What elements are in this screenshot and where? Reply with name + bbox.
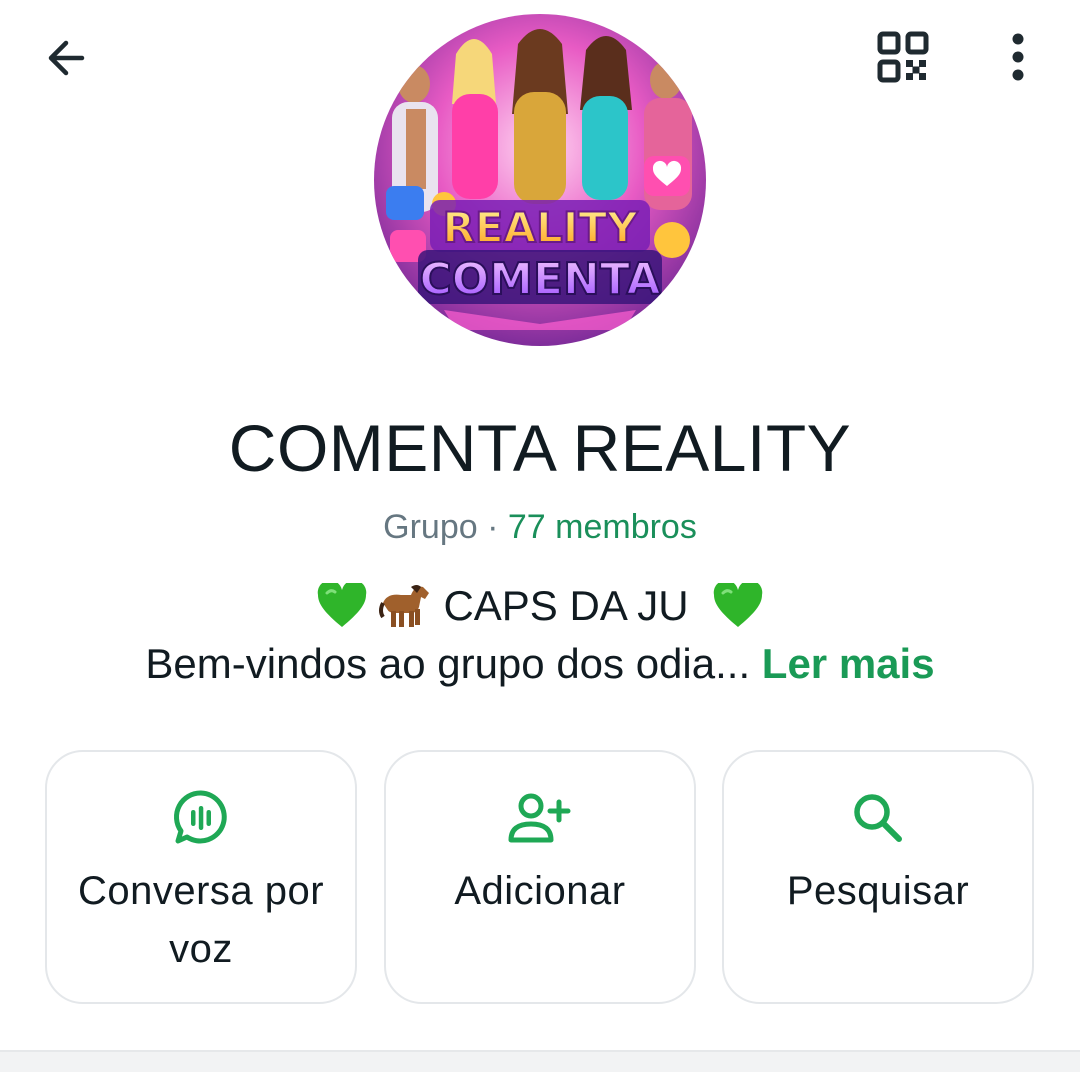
description-title: CAPS DA JU [443,582,689,629]
qr-code-icon [877,31,929,88]
description-line1: CAPS DA JU [0,578,1080,634]
voice-chat-label: Conversa por voz [77,869,325,971]
qr-code-button[interactable] [870,26,936,92]
group-avatar[interactable]: REALITY COMENTA [374,14,706,346]
group-kind: Grupo [383,508,478,546]
search-button[interactable]: Pesquisar [722,750,1034,1004]
more-vertical-icon [1008,31,1028,88]
avatar-image: REALITY COMENTA [374,14,706,346]
section-divider [0,1050,1080,1072]
members-count-link[interactable]: 77 membros [508,508,697,546]
green-heart-icon [713,583,763,629]
avatar-title-line2: COMENTA [419,254,660,305]
group-name: COMENTA REALITY [228,411,852,485]
search-icon [724,788,1032,848]
description-text: Bem-vindos ao grupo dos odia... [145,640,751,687]
description-line2: Bem-vindos ao grupo dos odia... Ler mais [0,634,1080,694]
add-person-icon [386,788,694,848]
green-heart-icon [317,583,367,629]
read-more-link[interactable]: Ler mais [762,640,935,687]
group-subtitle: Grupo · 77 membros [0,504,1080,550]
search-label: Pesquisar [786,869,970,913]
voice-chat-button[interactable]: Conversa por voz [45,750,357,1004]
more-options-button[interactable] [990,26,1046,92]
add-member-label: Adicionar [454,869,626,913]
back-button[interactable] [34,28,98,92]
group-info-screen: REALITY COMENTA COMENTA REALITY Grupo · … [0,0,1080,1072]
arrow-left-icon [42,34,90,87]
subtitle-separator: · [477,508,508,546]
horse-icon [377,581,433,631]
avatar-title-line1: REALITY [443,203,639,252]
voice-chat-icon [47,788,355,848]
add-member-button[interactable]: Adicionar [384,750,696,1004]
